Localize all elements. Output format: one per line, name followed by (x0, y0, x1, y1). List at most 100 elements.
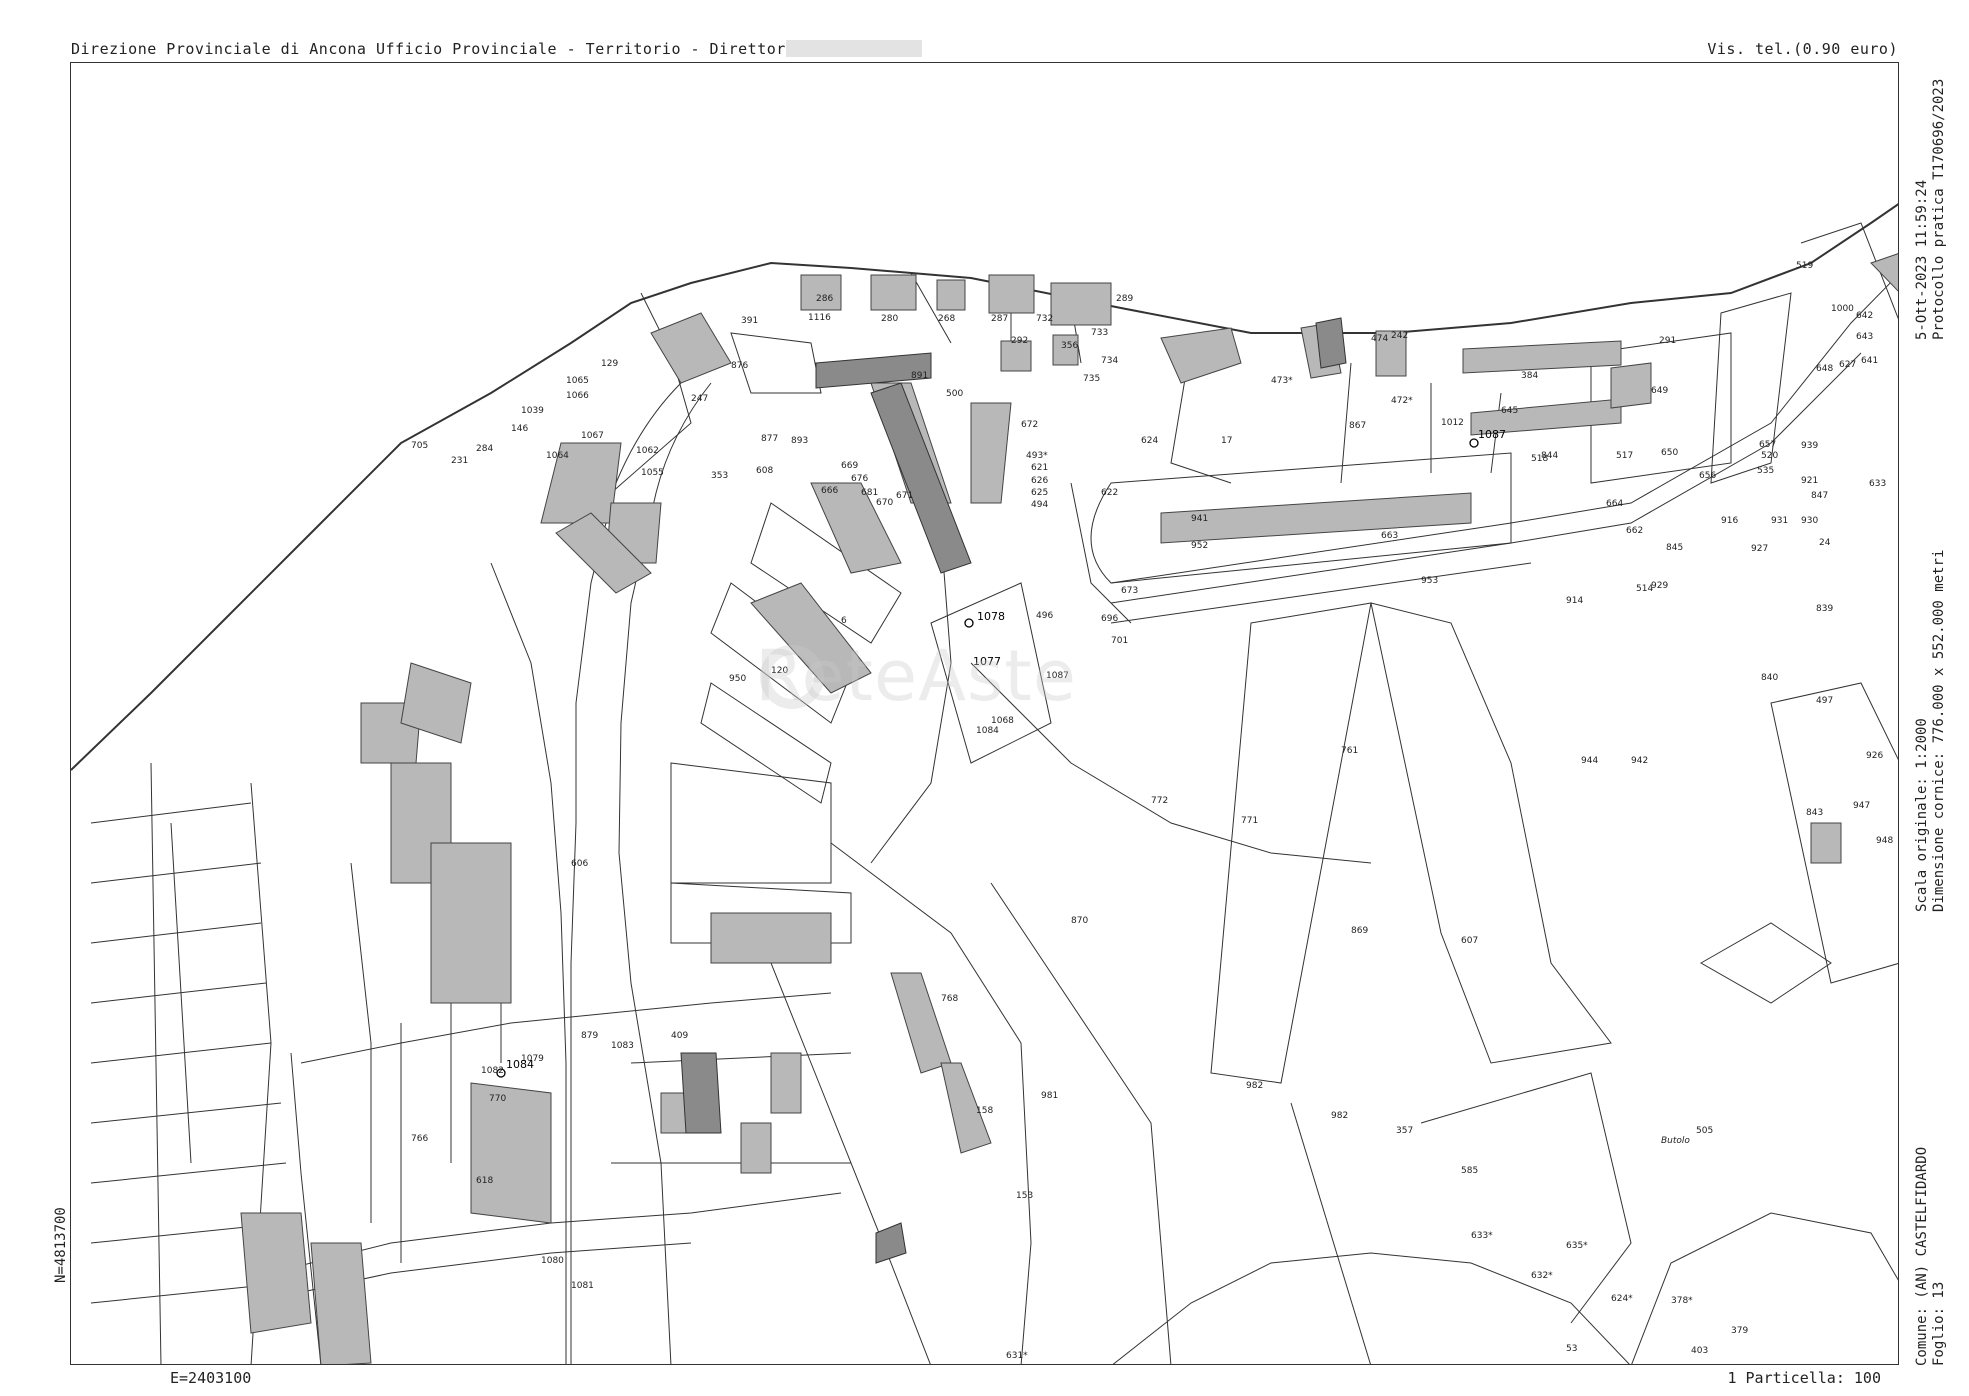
watermark-text: ReteAste (755, 635, 1077, 717)
header-title: Direzione Provinciale di Ancona Ufficio … (71, 40, 796, 58)
parcel-label: 931 (1771, 516, 1788, 526)
parcel-label: 948 (1876, 836, 1893, 846)
parcel-label: 53 (1566, 1344, 1577, 1354)
parcel-label: 641 (1861, 356, 1878, 366)
parcel-label: 403 (1691, 1346, 1708, 1356)
parcel-label: 494 (1031, 500, 1048, 510)
parcel-label: 927 (1751, 544, 1768, 554)
parcel-label: 768 (941, 994, 958, 1004)
parcel-label: 514 (1636, 584, 1653, 594)
parcel-label: 648 (1816, 364, 1833, 374)
parcel-label: 982 (1331, 1111, 1348, 1121)
parcel-label: 643 (1856, 332, 1873, 342)
parcel-label: 618 (476, 1176, 493, 1186)
header-cost: Vis. tel.(0.90 euro) (1707, 40, 1898, 58)
parcel-label: 944 (1581, 756, 1598, 766)
parcel-label: 916 (1721, 516, 1738, 526)
parcel-label: 1116 (808, 313, 831, 323)
comune-info: Comune: (AN) CASTELFIDARDO Foglio: 13 (1914, 1147, 1948, 1366)
parcel-label: 606 (571, 859, 588, 869)
parcel-label: 947 (1853, 801, 1870, 811)
parcel-label: 633* (1471, 1231, 1493, 1241)
parcel-label: 1067 (581, 431, 604, 441)
parcel-label: 663 (1381, 531, 1398, 541)
parcel-label: 497 (1816, 696, 1833, 706)
parcel-label: 621 (1031, 463, 1048, 473)
parcel-label: 247 (691, 394, 708, 404)
control-point-label: 1078 (977, 610, 1005, 623)
parcel-label: 921 (1801, 476, 1818, 486)
parcel-label: 734 (1101, 356, 1118, 366)
parcel-label: 666 (821, 486, 838, 496)
scale-original: Scala originale: 1:2000 (1914, 718, 1930, 912)
parcel-label: 624 (1141, 436, 1158, 446)
parcel-label: 474 (1371, 334, 1388, 344)
parcel-label: 1066 (566, 391, 589, 401)
parcel-label: 129 (601, 359, 618, 369)
parcel-label: 664 (1606, 499, 1623, 509)
parcel-label: 409 (671, 1031, 688, 1041)
parcel-label: 24 (1819, 538, 1831, 548)
parcel-label: 231 (451, 456, 468, 466)
parcel-label: 505 (1696, 1126, 1713, 1136)
redacted-director-name (786, 40, 922, 57)
parcel-label: 876 (731, 361, 748, 371)
parcel-label: 280 (881, 314, 898, 324)
parcel-label: 914 (1566, 596, 1583, 606)
parcel-label: 870 (1071, 916, 1088, 926)
parcel-label: 519 (1796, 261, 1813, 271)
parcel-label: 953 (1421, 576, 1438, 586)
parcel-label: 17 (1221, 436, 1232, 446)
parcel-label: 356 (1061, 341, 1078, 351)
parcel-label: 650 (1661, 448, 1678, 458)
parcel-label: 941 (1191, 514, 1208, 524)
parcel-label: 1012 (1441, 418, 1464, 428)
protocol-date: 5-Ott-2023 11:59:24 (1914, 179, 1930, 340)
parcel-label: 518 (1531, 454, 1548, 464)
parcel-label: 847 (1811, 491, 1828, 501)
parcel-label: 681 (861, 488, 878, 498)
parcel-label: 926 (1866, 751, 1883, 761)
control-point-label: 1084 (506, 1058, 534, 1071)
foglio-number: Foglio: 13 (1931, 1281, 1947, 1366)
parcel-label: 952 (1191, 541, 1208, 551)
parcel-label: 472* (1391, 396, 1413, 406)
parcel-label: 146 (511, 424, 528, 434)
parcel-label: 500 (946, 389, 963, 399)
parcel-label: 867 (1349, 421, 1366, 431)
parcel-label: 930 (1801, 516, 1818, 526)
parcel-label: 670 (876, 498, 893, 508)
parcel-label: 268 (938, 314, 955, 324)
parcel-label: 696 (1101, 614, 1118, 624)
parcel-label: 635* (1566, 1241, 1588, 1251)
place-name: Butolo (1661, 1136, 1690, 1146)
parcel-label: 649 (1651, 386, 1668, 396)
parcel-label: 1064 (546, 451, 569, 461)
parcel-label: 291 (1659, 336, 1676, 346)
parcel-label: 6 (841, 616, 847, 626)
comune-name: Comune: (AN) CASTELFIDARDO (1914, 1146, 1930, 1366)
parcel-label: 840 (1761, 673, 1778, 683)
parcel-label: 1065 (566, 376, 589, 386)
parcel-label: 701 (1111, 636, 1128, 646)
parcel-label: 517 (1616, 451, 1633, 461)
parcel-label: 891 (911, 371, 928, 381)
parcel-label: 732 (1036, 314, 1053, 324)
parcel-label: 761 (1341, 746, 1358, 756)
parcel-label: 676 (851, 474, 868, 484)
parcel-label: 633 (1869, 479, 1886, 489)
parcel-label: 535 (1757, 466, 1774, 476)
parcel-label: 626 (1031, 476, 1048, 486)
parcel-label: 357 (1396, 1126, 1413, 1136)
particella-info: 1 Particella: 100 (1727, 1369, 1881, 1387)
parcel-label: 378* (1671, 1296, 1693, 1306)
parcel-label: 384 (1521, 371, 1538, 381)
parcel-label: 669 (841, 461, 858, 471)
parcel-label: 632* (1531, 1271, 1553, 1281)
frame-dimension: Dimensione cornice: 776.000 x 552.000 me… (1931, 549, 1947, 912)
parcel-label: 379 (1731, 1326, 1748, 1336)
parcel-label: 942 (1631, 756, 1648, 766)
parcel-label: 662 (1626, 526, 1643, 536)
parcel-label: 1062 (636, 446, 659, 456)
parcel-label: 353 (711, 471, 728, 481)
